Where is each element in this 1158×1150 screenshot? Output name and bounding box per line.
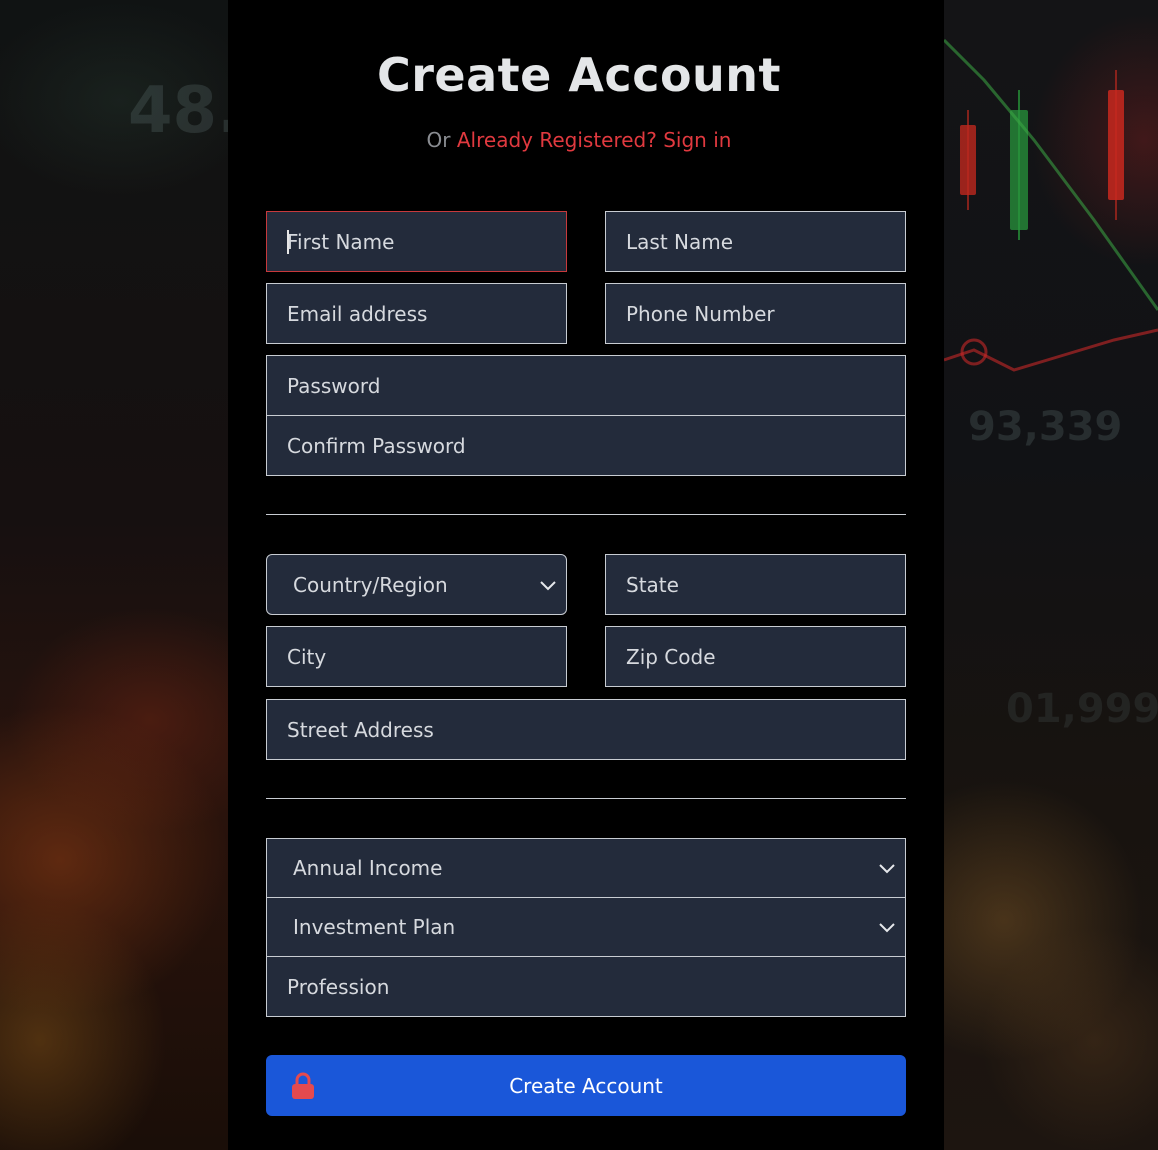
city-placeholder: City xyxy=(287,644,327,669)
phone-placeholder: Phone Number xyxy=(626,301,775,326)
last-name-placeholder: Last Name xyxy=(626,229,734,254)
city-input[interactable]: City xyxy=(266,626,567,687)
first-name-input[interactable]: First Name xyxy=(266,211,567,272)
country-select-label: Country/Region xyxy=(293,572,448,597)
email-input[interactable]: Email address xyxy=(266,283,567,344)
lock-icon xyxy=(292,1072,314,1099)
annual-income-label: Annual Income xyxy=(293,856,443,880)
first-name-placeholder: First Name xyxy=(287,229,395,254)
country-select[interactable]: Country/Region xyxy=(266,554,567,615)
confirm-password-input[interactable]: Confirm Password xyxy=(266,415,906,476)
phone-input[interactable]: Phone Number xyxy=(605,283,906,344)
sign-in-link[interactable]: Already Registered? Sign in xyxy=(457,128,732,152)
email-placeholder: Email address xyxy=(287,301,428,326)
zip-code-placeholder: Zip Code xyxy=(626,644,716,669)
annual-income-select[interactable]: Annual Income xyxy=(266,838,906,898)
last-name-input[interactable]: Last Name xyxy=(605,211,906,272)
subtitle-prefix: Or xyxy=(426,128,451,152)
investment-plan-label: Investment Plan xyxy=(293,915,456,939)
section-divider xyxy=(266,798,906,799)
profession-input[interactable]: Profession xyxy=(266,956,906,1017)
state-input[interactable]: State xyxy=(605,554,906,615)
create-account-button-label: Create Account xyxy=(509,1073,663,1098)
chevron-down-icon xyxy=(879,864,895,874)
chevron-down-icon xyxy=(540,580,556,590)
street-address-input[interactable]: Street Address xyxy=(266,699,906,760)
street-address-placeholder: Street Address xyxy=(287,717,434,742)
password-input[interactable]: Password xyxy=(266,355,906,416)
background-number-right: 93,339 xyxy=(968,404,1123,450)
page-title: Create Account xyxy=(376,48,782,102)
background-right: 93,339 01,999 xyxy=(944,0,1158,1150)
background-number-right: 01,999 xyxy=(1006,686,1158,732)
text-cursor xyxy=(287,229,289,254)
state-placeholder: State xyxy=(626,572,679,597)
create-account-button[interactable]: Create Account xyxy=(266,1055,906,1116)
page-subtitle: Or Already Registered? Sign in xyxy=(0,128,1158,152)
investment-plan-select[interactable]: Investment Plan xyxy=(266,897,906,957)
confirm-password-placeholder: Confirm Password xyxy=(287,433,466,458)
chevron-down-icon xyxy=(879,923,895,933)
password-placeholder: Password xyxy=(287,373,381,398)
section-divider xyxy=(266,514,906,515)
background-left: 48.9 xyxy=(0,0,228,1150)
zip-code-input[interactable]: Zip Code xyxy=(605,626,906,687)
profession-placeholder: Profession xyxy=(287,974,390,999)
